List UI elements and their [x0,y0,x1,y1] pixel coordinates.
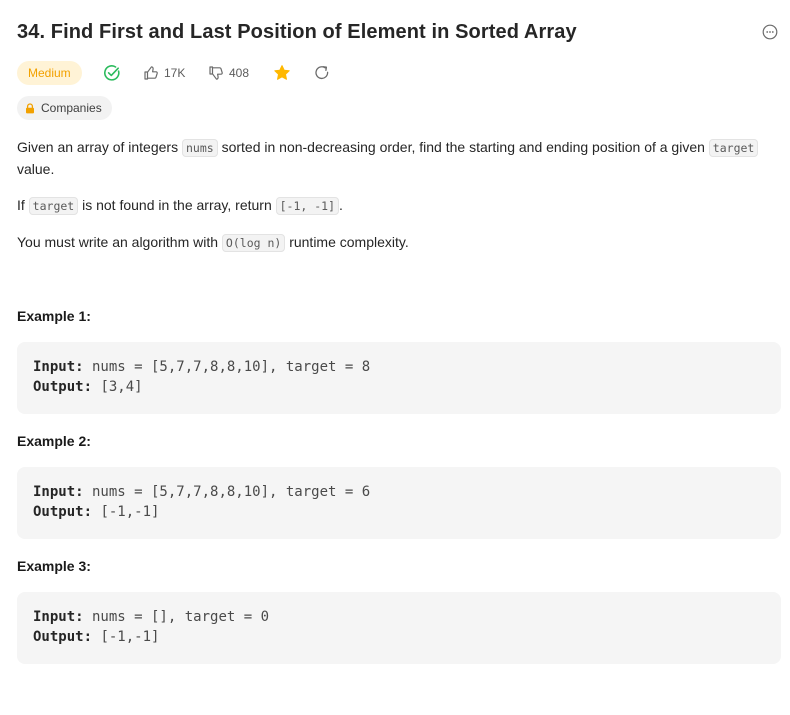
inline-code: [-1, -1] [275,197,340,215]
share-button[interactable] [313,64,331,82]
example-heading: Example 2: [17,433,91,449]
description-text: sorted in non-decreasing order, find the… [217,139,709,155]
description-text: If [17,197,29,213]
example-output: Output: [3,4] [33,379,143,395]
inline-code: nums [181,139,218,157]
input-value: nums = [5,7,7,8,8,10], target = 6 [83,484,371,500]
example-heading: Example 1: [17,308,91,324]
description-paragraph: Given an array of integers nums sorted i… [17,137,781,180]
output-label: Output: [33,629,93,645]
problem-meta-row: Medium 17K 408 [17,61,781,85]
description-paragraph: If target is not found in the array, ret… [17,195,781,217]
description-text: Given an array of integers [17,139,182,155]
example-output: Output: [-1,-1] [33,629,159,645]
input-label: Input: [33,609,84,625]
output-value: [3,4] [92,379,143,395]
difficulty-badge: Medium [17,61,82,85]
output-value: [-1,-1] [92,629,160,645]
description-text: value. [17,161,55,177]
companies-label: Companies [41,101,102,115]
output-label: Output: [33,379,93,395]
companies-tag[interactable]: Companies [17,96,112,120]
description-text: You must write an algorithm with [17,234,222,250]
like-count: 17K [164,66,186,80]
description-text: runtime complexity. [285,234,409,250]
inline-code: target [28,197,79,215]
lock-icon [26,102,34,113]
output-label: Output: [33,504,93,520]
like-button[interactable]: 17K [143,63,185,83]
input-value: nums = [], target = 0 [83,609,270,625]
description-paragraph: You must write an algorithm with O(log n… [17,232,781,254]
description-text: is not found in the array, return [78,197,276,213]
star-icon [274,65,290,80]
example-block: Input: nums = [5,7,7,8,8,10], target = 8… [17,342,781,414]
more-options-button[interactable] [762,24,778,40]
inline-code: target [708,139,759,157]
input-label: Input: [33,359,84,375]
example-heading: Example 3: [17,558,91,574]
example-input: Input: nums = [5,7,7,8,8,10], target = 8 [33,359,370,375]
example-output: Output: [-1,-1] [33,504,159,520]
inline-code: O(log n) [221,234,286,252]
problem-title[interactable]: 34. Find First and Last Position of Elem… [17,21,577,44]
description-text: . [339,197,343,213]
example-block: Input: nums = [], target = 0 Output: [-1… [17,592,781,664]
share-icon [315,66,329,80]
example-input: Input: nums = [5,7,7,8,8,10], target = 6 [33,484,370,500]
dislike-count: 408 [229,66,250,80]
more-horizontal-icon [762,24,778,40]
favorite-button[interactable] [273,64,291,82]
example-input: Input: nums = [], target = 0 [33,609,269,625]
input-value: nums = [5,7,7,8,8,10], target = 8 [83,359,371,375]
check-circle-icon [104,65,120,81]
input-label: Input: [33,484,84,500]
output-value: [-1,-1] [92,504,160,520]
title-row: 34. Find First and Last Position of Elem… [17,18,781,48]
dislike-button[interactable]: 408 [208,63,249,83]
example-block: Input: nums = [5,7,7,8,8,10], target = 6… [17,467,781,539]
thumbs-up-icon [144,66,158,80]
solved-status [103,64,121,82]
thumbs-down-icon [209,66,223,80]
